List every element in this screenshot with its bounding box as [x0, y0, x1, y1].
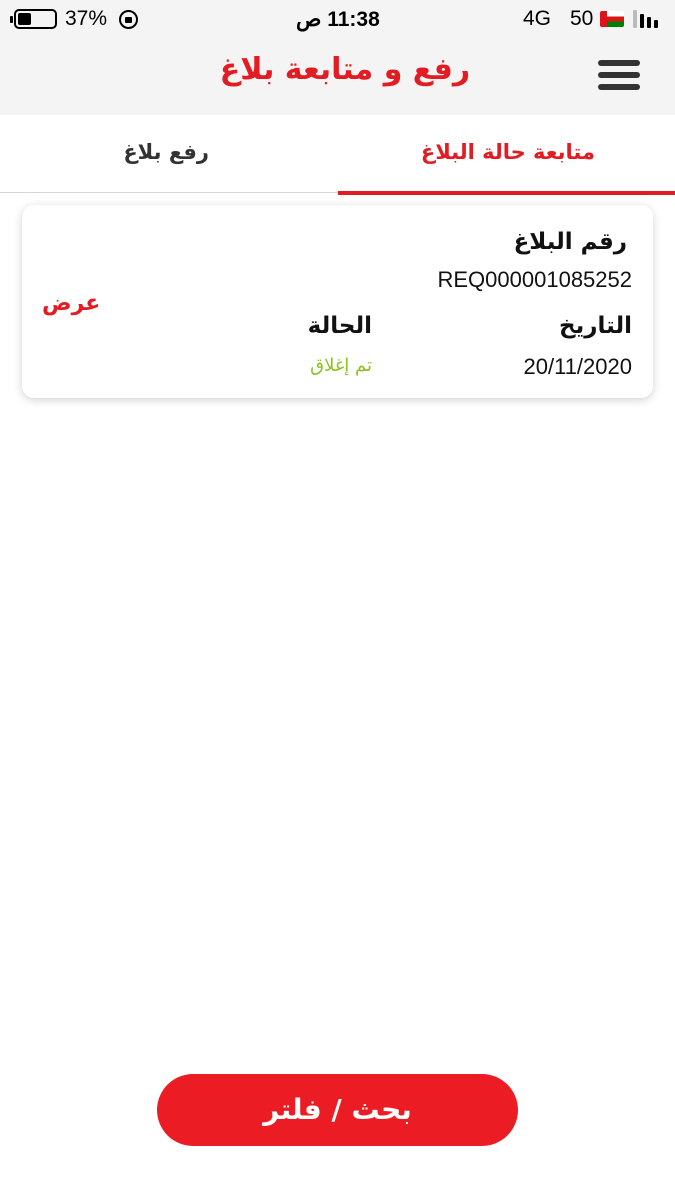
active-tab-indicator	[338, 191, 675, 195]
status-bar: 37% 11:38 ص 4G 50	[0, 0, 675, 38]
status-badge: تم إغلاق	[310, 355, 372, 376]
search-filter-button[interactable]: بحث / فلتر	[157, 1074, 518, 1146]
ticket-date: 20/11/2020	[523, 354, 632, 379]
tab-track-report-status[interactable]: متابعة حالة البلاغ	[338, 115, 675, 195]
ticket-card[interactable]: رقم البلاغ REQ000001085252 التاريخ 20/11…	[22, 205, 653, 398]
status-label: الحالة	[307, 313, 372, 339]
hamburger-menu-icon[interactable]	[596, 58, 642, 92]
app-header: رفع و متابعة بلاغ	[0, 38, 675, 115]
tab-bar: متابعة حالة البلاغ رفع بلاغ	[0, 115, 675, 195]
tab-label: رفع بلاغ	[123, 140, 209, 164]
rotation-lock-icon	[119, 10, 138, 29]
clock: 11:38 ص	[296, 8, 380, 31]
ticket-number: REQ000001085252	[437, 267, 633, 292]
date-label: التاريخ	[559, 313, 632, 339]
tab-raise-report[interactable]: رفع بلاغ	[0, 115, 337, 193]
battery-icon	[10, 9, 57, 29]
carrier-name: 50	[570, 7, 594, 30]
network-type: 4G	[523, 7, 552, 30]
page-title: رفع و متابعة بلاغ	[219, 52, 471, 87]
view-button[interactable]: عرض	[42, 291, 100, 316]
ticket-number-label: رقم البلاغ	[513, 229, 627, 255]
battery-percent: 37%	[65, 7, 108, 30]
tab-label: متابعة حالة البلاغ	[420, 140, 595, 164]
signal-icon	[633, 10, 663, 28]
oman-flag-icon	[600, 11, 624, 27]
